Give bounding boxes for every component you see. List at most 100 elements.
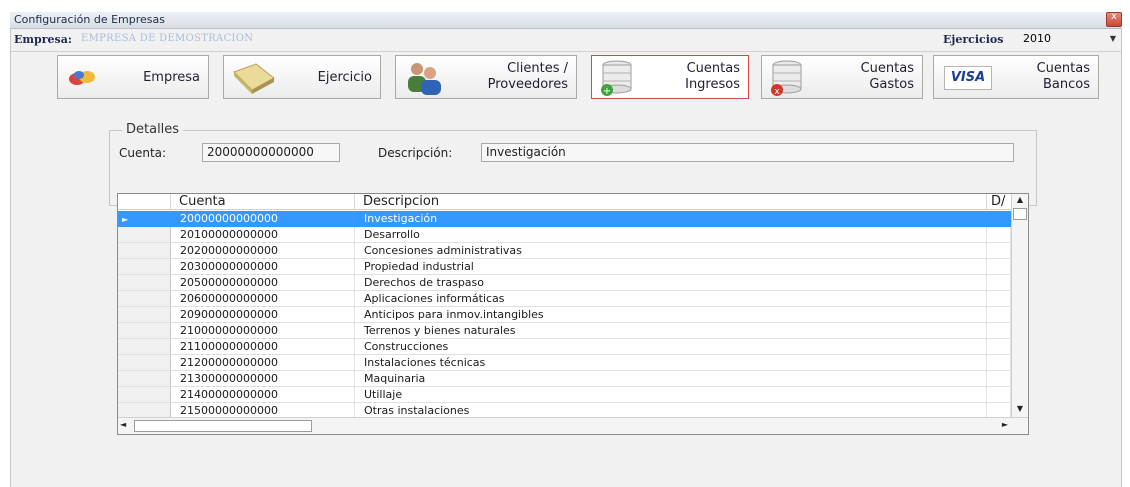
cell-descripcion[interactable]: Propiedad industrial: [355, 259, 987, 275]
cell-descripcion[interactable]: Derechos de traspaso: [355, 275, 987, 291]
close-icon[interactable]: [1106, 11, 1122, 27]
cell-d[interactable]: [987, 323, 1011, 339]
table-row[interactable]: 20100000000000 Desarrollo: [118, 227, 1011, 243]
cell-d[interactable]: [987, 355, 1011, 371]
cell-cuenta[interactable]: 21200000000000: [171, 355, 355, 371]
cell-descripcion[interactable]: Concesiones administrativas: [355, 243, 987, 259]
cuenta-label: Cuenta:: [119, 146, 167, 160]
scroll-right-icon[interactable]: ►: [1002, 420, 1008, 429]
ejercicios-select[interactable]: 2010 ▼: [1021, 31, 1118, 49]
cell-descripcion[interactable]: Maquinaria: [355, 371, 987, 387]
cell-descripcion[interactable]: Desarrollo: [355, 227, 987, 243]
cell-d[interactable]: [987, 211, 1011, 227]
cell-cuenta[interactable]: 20200000000000: [171, 243, 355, 259]
table-row[interactable]: 21100000000000 Construcciones: [118, 339, 1011, 355]
cuenta-field[interactable]: 20000000000000: [202, 143, 340, 162]
cell-cuenta[interactable]: 21300000000000: [171, 371, 355, 387]
visa-card-icon: VISA: [944, 66, 992, 90]
cell-d[interactable]: [987, 227, 1011, 243]
cell-descripcion[interactable]: Investigación: [355, 211, 987, 227]
database-remove-icon: x: [771, 60, 802, 97]
column-header-descripcion[interactable]: Descripcion: [355, 194, 987, 210]
main-window: Empresa: EMPRESA DE DEMOSTRACION Ejercic…: [10, 29, 1122, 487]
cell-cuenta[interactable]: 20100000000000: [171, 227, 355, 243]
row-header[interactable]: [118, 275, 171, 291]
svg-text:x: x: [774, 87, 780, 97]
table-row[interactable]: 20200000000000 Concesiones administrativa…: [118, 243, 1011, 259]
cuentas-ingresos-button[interactable]: + Cuentas Ingresos: [591, 55, 749, 99]
cell-cuenta[interactable]: 21400000000000: [171, 387, 355, 403]
cell-descripcion[interactable]: Aplicaciones informáticas: [355, 291, 987, 307]
accounts-grid[interactable]: Cuenta Descripcion D/ ► 20000000000000 Inv…: [117, 193, 1029, 435]
row-header[interactable]: [118, 259, 171, 275]
row-header[interactable]: [118, 307, 171, 323]
cell-d[interactable]: [987, 371, 1011, 387]
vertical-scrollbar[interactable]: ▲ ▼: [1011, 194, 1028, 418]
row-header[interactable]: [118, 355, 171, 371]
ejercicio-button[interactable]: Ejercicio: [223, 55, 381, 99]
row-header[interactable]: [118, 387, 171, 403]
scroll-thumb[interactable]: [1013, 208, 1027, 220]
cell-cuenta[interactable]: 20000000000000: [171, 211, 355, 227]
cell-d[interactable]: [987, 259, 1011, 275]
column-header-d[interactable]: D/: [987, 194, 1011, 210]
column-header-cuenta[interactable]: Cuenta: [171, 194, 355, 210]
cuentas-gastos-button[interactable]: x Cuentas Gastos: [761, 55, 923, 99]
row-header-corner: [118, 194, 171, 210]
cell-d[interactable]: [987, 339, 1011, 355]
cell-cuenta[interactable]: 20600000000000: [171, 291, 355, 307]
table-row[interactable]: 20300000000000 Propiedad industrial: [118, 259, 1011, 275]
svg-text:+: +: [603, 86, 611, 97]
scroll-left-icon[interactable]: ◄: [120, 420, 126, 429]
cell-descripcion[interactable]: Instalaciones técnicas: [355, 355, 987, 371]
row-header[interactable]: [118, 339, 171, 355]
cell-d[interactable]: [987, 291, 1011, 307]
row-header[interactable]: [118, 227, 171, 243]
table-row[interactable]: 21300000000000 Maquinaria: [118, 371, 1011, 387]
row-header[interactable]: [118, 371, 171, 387]
scroll-down-icon[interactable]: ▼: [1013, 404, 1027, 417]
cell-descripcion[interactable]: Terrenos y bienes naturales: [355, 323, 987, 339]
empresa-label: Empresa:: [14, 33, 72, 46]
cell-d[interactable]: [987, 307, 1011, 323]
ingresos-line2: Ingresos: [685, 77, 740, 92]
row-header[interactable]: [118, 323, 171, 339]
table-row[interactable]: 21200000000000 Instalaciones técnicas: [118, 355, 1011, 371]
empresa-button[interactable]: Empresa: [57, 55, 209, 99]
row-header[interactable]: [118, 291, 171, 307]
cell-cuenta[interactable]: 20500000000000: [171, 275, 355, 291]
scroll-up-icon[interactable]: ▲: [1013, 195, 1027, 208]
window-title: Configuración de Empresas: [14, 13, 165, 26]
cell-cuenta[interactable]: 21000000000000: [171, 323, 355, 339]
table-row[interactable]: ► 20000000000000 Investigación: [118, 211, 1011, 227]
descripcion-label: Descripción:: [378, 146, 453, 160]
clientes-line2: Proveedores: [487, 77, 568, 92]
hscroll-thumb[interactable]: [134, 420, 312, 432]
table-row[interactable]: 20500000000000 Derechos de traspaso: [118, 275, 1011, 291]
cell-descripcion[interactable]: Anticipos para inmov.intangibles: [355, 307, 987, 323]
cell-d[interactable]: [987, 275, 1011, 291]
cell-descripcion[interactable]: Construcciones: [355, 339, 987, 355]
table-row[interactable]: 20600000000000 Aplicaciones informáticas: [118, 291, 1011, 307]
table-row[interactable]: 20900000000000 Anticipos para inmov.intan…: [118, 307, 1011, 323]
cell-cuenta[interactable]: 20300000000000: [171, 259, 355, 275]
clientes-proveedores-button[interactable]: Clientes / Proveedores: [395, 55, 577, 99]
ejercicios-label: Ejercicios: [943, 33, 1004, 46]
row-header[interactable]: [118, 243, 171, 259]
row-header[interactable]: ►: [118, 211, 171, 227]
table-row[interactable]: 21000000000000 Terrenos y bienes naturale…: [118, 323, 1011, 339]
cuentas-bancos-button[interactable]: VISA Cuentas Bancos: [933, 55, 1099, 99]
cell-d[interactable]: [987, 243, 1011, 259]
database-add-icon: +: [601, 60, 632, 97]
grid-header: Cuenta Descripcion D/: [118, 194, 1011, 210]
horizontal-scrollbar[interactable]: ◄ ►: [118, 417, 1028, 434]
cell-cuenta[interactable]: 21100000000000: [171, 339, 355, 355]
cell-d[interactable]: [987, 387, 1011, 403]
cell-cuenta[interactable]: 20900000000000: [171, 307, 355, 323]
descripcion-field[interactable]: Investigación: [481, 143, 1014, 162]
detalles-legend: Detalles: [122, 122, 184, 137]
ejercicios-value: 2010: [1023, 32, 1051, 45]
table-row[interactable]: 21400000000000 Utillaje: [118, 387, 1011, 403]
cell-descripcion[interactable]: Utillaje: [355, 387, 987, 403]
ejercicio-label-text: Ejercicio: [317, 70, 372, 85]
